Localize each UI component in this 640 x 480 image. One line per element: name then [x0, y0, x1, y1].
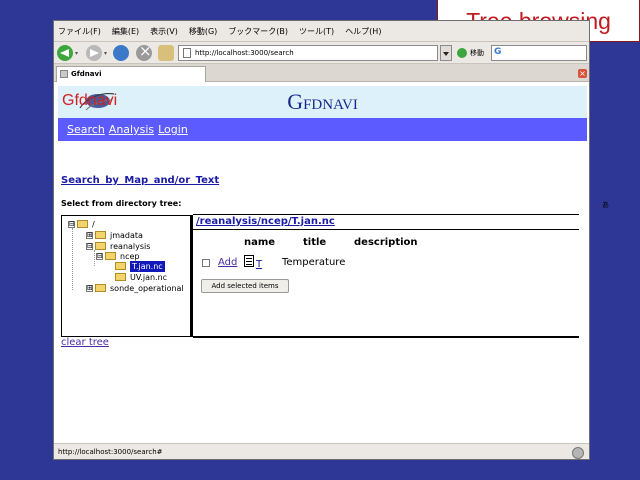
collapse-icon[interactable]: ⊟ [96, 253, 103, 260]
variable-title: Temperature [282, 257, 346, 268]
collapse-icon[interactable]: ⊟ [68, 221, 75, 228]
stray-character: あ [602, 201, 609, 209]
folder-icon [95, 231, 106, 239]
folder-icon [115, 262, 126, 270]
column-header-description: description [354, 237, 418, 248]
variable-link[interactable]: T [256, 259, 262, 270]
url-text: http://localhost:3000/search [195, 49, 294, 57]
document-icon[interactable] [244, 255, 254, 267]
nav-search-link[interactable]: Search [67, 123, 105, 136]
back-arrow-icon[interactable] [57, 45, 73, 61]
page-icon [60, 70, 68, 78]
tree-connector [94, 250, 95, 266]
forward-dropdown-icon[interactable]: ▾ [104, 50, 107, 57]
column-header-name: name [244, 237, 276, 248]
folder-icon [95, 242, 106, 250]
folder-icon [95, 284, 106, 292]
browser-window: ファイル(F) 編集(E) 表示(V) 移動(G) ブックマーク(B) ツール(… [53, 20, 590, 460]
menu-go[interactable]: 移動(G) [189, 26, 217, 37]
navigation-toolbar: ▾ ▾ http://localhost:3000/search 移動 G [54, 42, 589, 64]
add-selected-button[interactable]: Add selected items [201, 279, 289, 293]
tree-node-label: / [92, 220, 95, 229]
menu-bookmarks[interactable]: ブックマーク(B) [228, 26, 288, 37]
menu-bar: ファイル(F) 編集(E) 表示(V) 移動(G) ブックマーク(B) ツール(… [54, 21, 589, 42]
tab-bar: Gfdnavi × [54, 64, 589, 82]
expand-icon[interactable]: ⊞ [86, 232, 93, 239]
nav-login-link[interactable]: Login [158, 123, 188, 136]
url-dropdown-button[interactable] [440, 45, 452, 61]
column-header-title: title [303, 237, 327, 248]
forward-arrow-icon[interactable] [86, 45, 102, 61]
tree-node-label: UV.jan.nc [130, 273, 168, 282]
url-field[interactable]: http://localhost:3000/search [178, 45, 438, 61]
status-icon [572, 447, 584, 459]
site-navigation: Search Analysis Login [58, 118, 587, 141]
folder-icon [77, 220, 88, 228]
page-icon [183, 48, 191, 58]
reload-icon[interactable] [113, 45, 129, 61]
status-text: http://localhost:3000/search# [58, 448, 163, 456]
search-engine-icon: G [494, 47, 502, 57]
go-button[interactable]: 移動 [457, 46, 484, 60]
folder-icon [115, 273, 126, 281]
search-by-map-link[interactable]: Search by Map and/or Text [61, 175, 219, 186]
menu-file[interactable]: ファイル(F) [58, 26, 101, 37]
site-header: Gfdnavi Gfdnavi [58, 86, 587, 118]
close-tab-icon[interactable]: × [578, 69, 587, 78]
add-link[interactable]: Add [218, 257, 237, 268]
clear-tree-link[interactable]: clear tree [61, 337, 109, 348]
page-content: Gfdnavi Gfdnavi Search Analysis Login Se… [54, 82, 589, 444]
divider [193, 229, 579, 230]
select-checkbox[interactable] [202, 259, 210, 267]
menu-help[interactable]: ヘルプ(H) [345, 26, 381, 37]
status-bar: http://localhost:3000/search# [54, 443, 589, 459]
directory-tree: ⊟ / ⊞ jmadata ⊟ reanalysis ⊟ ncep T.jan.… [61, 215, 191, 337]
stop-icon[interactable] [136, 42, 152, 61]
path-link[interactable]: /reanalysis/ncep/T.jan.nc [196, 216, 335, 227]
tree-connector [72, 228, 73, 290]
tree-node-label: T.jan.nc [130, 261, 165, 272]
panel-divider[interactable] [191, 215, 193, 337]
home-icon[interactable] [158, 45, 174, 61]
menu-tools[interactable]: ツール(T) [299, 26, 334, 37]
expand-icon[interactable]: ⊞ [86, 285, 93, 292]
tab-gfdnavi[interactable]: Gfdnavi [56, 66, 206, 82]
divider [193, 336, 579, 338]
tree-node-label: jmadata [110, 231, 143, 240]
site-title: Gfdnavi [287, 89, 358, 114]
menu-edit[interactable]: 編集(E) [112, 26, 139, 37]
menu-view[interactable]: 表示(V) [150, 26, 178, 37]
collapse-icon[interactable]: ⊟ [86, 243, 93, 250]
back-dropdown-icon[interactable]: ▾ [75, 50, 78, 57]
tab-label: Gfdnavi [71, 70, 102, 78]
select-tree-label: Select from directory tree: [61, 199, 182, 208]
tree-node-label: sonde_operational [110, 284, 184, 293]
divider [193, 214, 579, 215]
nav-analysis-link[interactable]: Analysis [109, 123, 154, 136]
folder-icon [105, 252, 116, 260]
search-input[interactable]: G [491, 45, 587, 61]
